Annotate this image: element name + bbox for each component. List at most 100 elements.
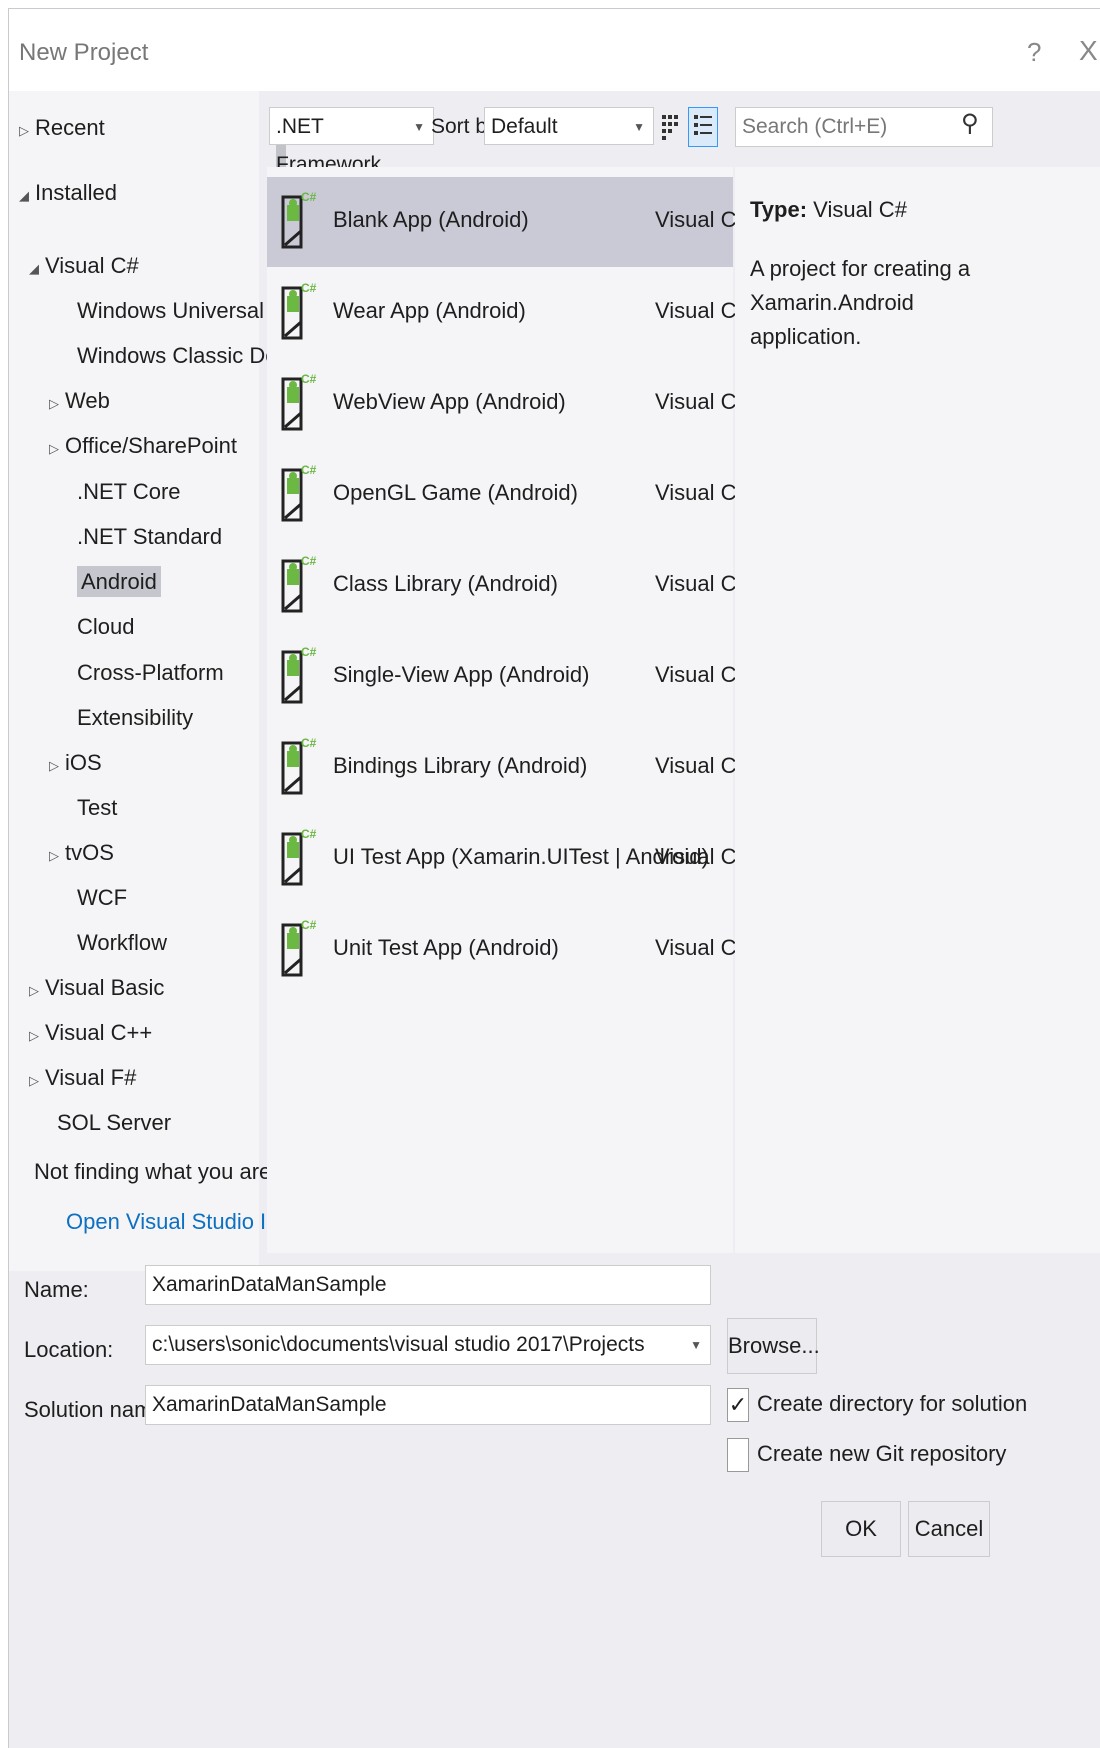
template-row[interactable]: C# Class Library (Android) Visual C# — [267, 541, 749, 631]
sort-by-value: Default — [491, 115, 558, 138]
browse-button[interactable]: Browse... — [727, 1318, 820, 1374]
tree-item-label: Visual F# — [45, 1065, 137, 1090]
template-row[interactable]: C# Blank App (Android) Visual C# — [267, 177, 749, 267]
tree-item-label: Visual Basic — [45, 975, 165, 1000]
tree-item-cloud[interactable]: Cloud — [61, 610, 134, 644]
collapsed-arrow-icon[interactable]: ▷ — [29, 1064, 45, 1098]
template-row[interactable]: C# Wear App (Android) Visual C# — [267, 268, 749, 358]
search-templates-input[interactable]: Search (Ctrl+E) — [735, 107, 993, 147]
android-ui-test-app-icon: C# — [281, 827, 317, 886]
tree-item-tvos[interactable]: ▷ tvOS — [49, 836, 114, 870]
framework-dropdown[interactable]: .NET Framework 4.6.1 ▼ — [269, 107, 434, 214]
tree-item-ios[interactable]: ▷ iOS — [49, 746, 102, 780]
create-directory-label: Create directory for solution — [757, 1391, 1028, 1416]
tree-item-workflow[interactable]: Workflow — [61, 926, 167, 960]
collapsed-arrow-icon[interactable]: ▷ — [19, 114, 35, 148]
android-class-library-icon: C# — [281, 554, 317, 613]
location-value: c:\users\sonic\documents\visual studio 2… — [152, 1333, 645, 1356]
location-dropdown[interactable]: c:\users\sonic\documents\visual studio 2… — [145, 1325, 711, 1365]
tree-item-label: Office/SharePoint — [65, 433, 238, 458]
template-row[interactable]: C# Single-View App (Android) Visual C# — [267, 632, 749, 722]
template-name: Blank App (Android) — [333, 207, 529, 232]
small-icons-view-button[interactable] — [656, 107, 686, 147]
type-value: Visual C# — [813, 197, 907, 222]
template-row[interactable]: C# UI Test App (Xamarin.UITest | Android)… — [267, 814, 749, 904]
template-name: Single-View App (Android) — [333, 662, 590, 687]
collapsed-arrow-icon[interactable]: ▷ — [49, 387, 65, 421]
tree-item-label: .NET Core — [77, 479, 181, 504]
tree-item-visual-c[interactable]: ▷ Visual C++ — [29, 1016, 152, 1050]
template-row[interactable]: C# Unit Test App (Android) Visual C# — [267, 905, 749, 995]
collapsed-arrow-icon[interactable]: ▷ — [49, 749, 65, 783]
search-icon[interactable]: ⚲ — [961, 109, 979, 138]
name-label: Name: — [24, 1277, 89, 1302]
create-git-checkbox[interactable] — [727, 1438, 749, 1472]
tree-item-test[interactable]: Test — [61, 791, 117, 825]
tree-item-label: iOS — [65, 750, 102, 775]
list-view-icon — [694, 115, 712, 135]
cancel-button[interactable]: Cancel — [908, 1501, 990, 1557]
create-directory-checkbox[interactable]: ✓ — [727, 1388, 749, 1422]
template-row[interactable]: C# Bindings Library (Android) Visual C# — [267, 723, 749, 813]
template-list: C# Blank App (Android) Visual C# C# Wear App… — [267, 167, 749, 1253]
tree-item-visual-f[interactable]: ▷ Visual F# — [29, 1061, 136, 1095]
template-name: Wear App (Android) — [333, 298, 526, 323]
title-bar: New Project ? X — [9, 9, 1100, 91]
svg-text:C#: C# — [301, 190, 317, 204]
sort-by-dropdown[interactable]: Default ▼ — [484, 107, 654, 145]
collapsed-arrow-icon[interactable]: ▷ — [29, 974, 45, 1008]
tree-item-sol-server[interactable]: SOL Server — [41, 1106, 171, 1140]
tree-item-visual-basic[interactable]: ▷ Visual Basic — [29, 971, 164, 1005]
dialog-title: New Project — [19, 39, 149, 66]
new-project-dialog: New Project ? X ▷ Recent ◢ Installed ◢ Visual… — [8, 8, 1100, 1748]
tree-item-label: Installed — [35, 180, 117, 205]
project-name-field[interactable]: XamarinDataManSample — [145, 1265, 711, 1305]
svg-text:C#: C# — [301, 645, 317, 659]
ok-button[interactable]: OK — [821, 1501, 901, 1557]
collapsed-arrow-icon[interactable]: ▷ — [49, 432, 65, 466]
tree-item-extensibility[interactable]: Extensibility — [61, 701, 193, 735]
tree-item-office-sharepoint[interactable]: ▷ Office/SharePoint — [49, 429, 237, 463]
template-name: WebView App (Android) — [333, 389, 566, 414]
tree-item-label: .NET Standard — [77, 524, 223, 549]
tree-item-label: Android — [77, 566, 161, 597]
svg-text:C#: C# — [301, 554, 317, 568]
tree-item-web[interactable]: ▷ Web — [49, 384, 110, 418]
tree-item-cross-platform[interactable]: Cross-Platform — [61, 656, 224, 690]
tree-item-recent[interactable]: ▷ Recent — [19, 111, 105, 145]
template-name: Unit Test App (Android) — [333, 935, 559, 960]
expanded-arrow-icon[interactable]: ◢ — [19, 179, 35, 213]
android-unit-test-app-icon: C# — [281, 918, 317, 977]
template-row[interactable]: C# OpenGL Game (Android) Visual C# — [267, 450, 749, 540]
expanded-arrow-icon[interactable]: ◢ — [29, 252, 45, 286]
solution-name-field[interactable]: XamarinDataManSample — [145, 1385, 711, 1425]
create-git-label: Create new Git repository — [757, 1441, 1007, 1466]
svg-text:C#: C# — [301, 281, 317, 295]
close-button[interactable]: X — [1079, 35, 1098, 67]
tree-item-windows-universal[interactable]: Windows Universal — [61, 294, 264, 328]
template-info-panel: Type: Visual C# A project for creating a… — [735, 167, 1100, 1253]
svg-text:C#: C# — [301, 918, 317, 932]
svg-text:C#: C# — [301, 827, 317, 841]
template-row[interactable]: C# WebView App (Android) Visual C# — [267, 359, 749, 449]
collapsed-arrow-icon[interactable]: ▷ — [49, 839, 65, 873]
svg-text:C#: C# — [301, 736, 317, 750]
list-view-button[interactable] — [688, 107, 718, 147]
template-description: A project for creating a Xamarin.Android… — [750, 256, 971, 349]
tree-item-label: Workflow — [77, 930, 168, 955]
tree-item-label: WCF — [77, 885, 128, 910]
tree-item-wcf[interactable]: WCF — [61, 881, 127, 915]
tree-item-visual-c[interactable]: ◢ Visual C# — [29, 249, 139, 283]
help-button[interactable]: ? — [1027, 37, 1041, 68]
tree-item-net-standard[interactable]: .NET Standard — [61, 520, 222, 554]
tree-item-label: Extensibility — [77, 705, 194, 730]
collapsed-arrow-icon[interactable]: ▷ — [29, 1019, 45, 1053]
android-single-view-app-icon: C# — [281, 645, 317, 704]
template-type: Type: Visual C# — [750, 197, 907, 223]
tree-item-installed[interactable]: ◢ Installed — [19, 176, 117, 210]
type-label: Type: — [750, 197, 808, 222]
template-name: OpenGL Game (Android) — [333, 480, 578, 505]
tree-item-net-core[interactable]: .NET Core — [61, 475, 181, 509]
tree-item-android[interactable]: Android — [61, 565, 161, 599]
chevron-down-icon: ▼ — [690, 1338, 702, 1352]
